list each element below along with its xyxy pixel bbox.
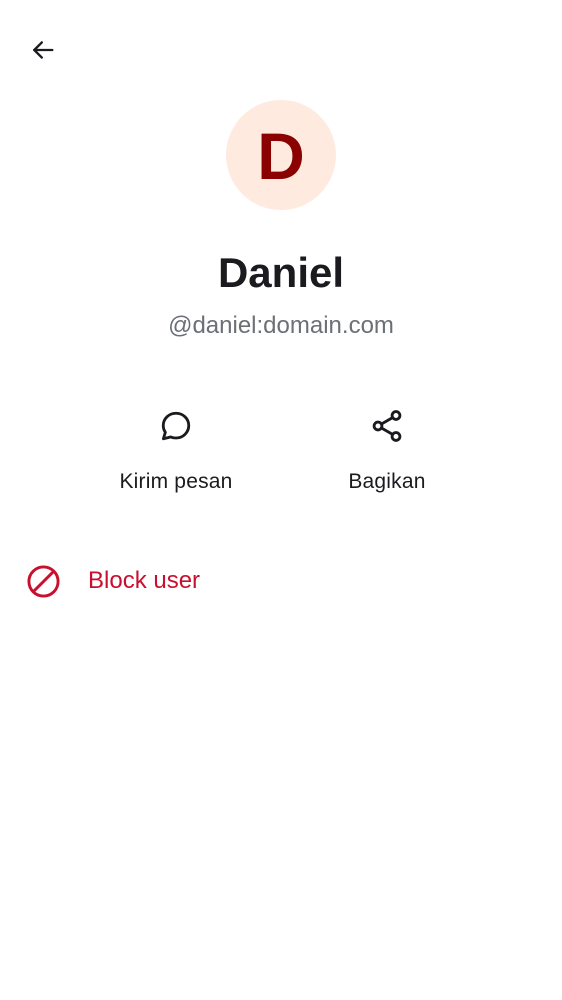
- display-name: Daniel: [217, 249, 345, 296]
- block-user-button[interactable]: Block user: [0, 552, 562, 610]
- share-label: Bagikan: [348, 470, 426, 493]
- send-message-button[interactable]: Kirim pesan: [76, 400, 276, 504]
- share-button[interactable]: Bagikan: [287, 400, 487, 504]
- back-button[interactable]: [19, 26, 67, 74]
- share-icon: [367, 406, 407, 446]
- user-id: @daniel:domain.com: [168, 312, 394, 339]
- block-icon: [26, 564, 61, 599]
- send-message-label: Kirim pesan: [119, 470, 233, 493]
- block-user-label: Block user: [88, 567, 201, 594]
- arrow-back-icon: [33, 41, 54, 59]
- chat-bubble-icon: [156, 406, 196, 446]
- avatar: D: [226, 100, 336, 210]
- avatar-initial: D: [257, 119, 305, 193]
